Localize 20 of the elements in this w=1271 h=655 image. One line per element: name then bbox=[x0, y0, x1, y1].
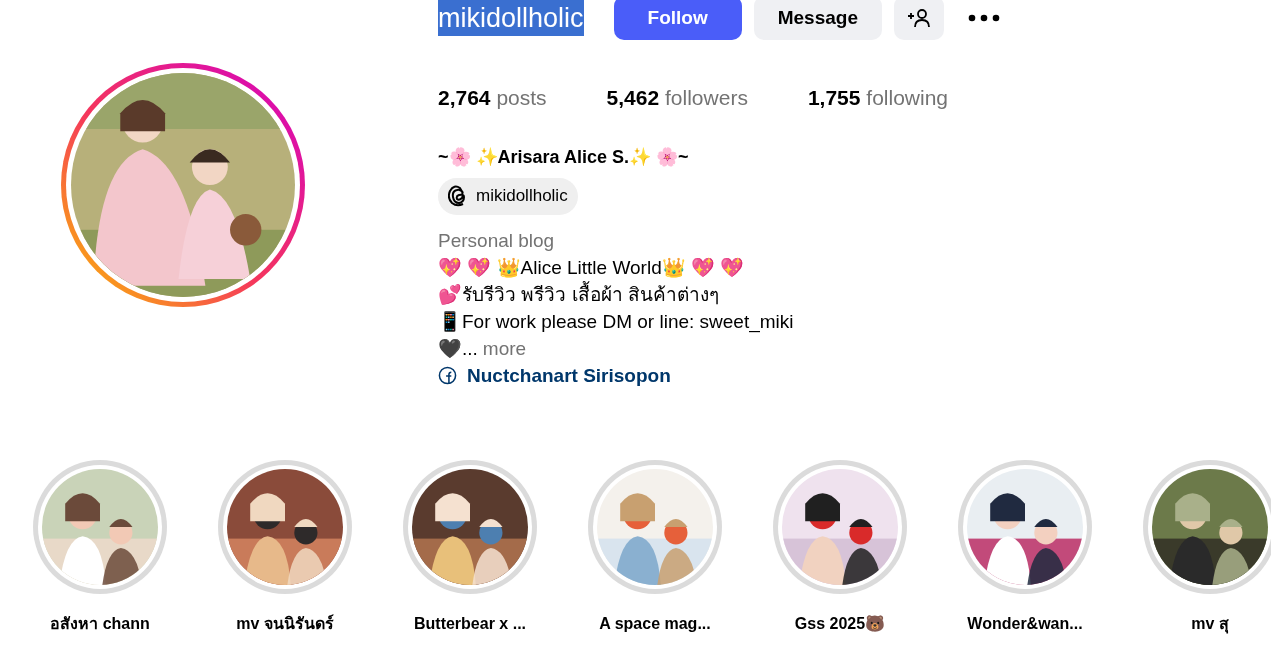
stat-link[interactable]: 2,764 posts bbox=[438, 82, 547, 114]
bio-line: 💖 💖 👑Alice Little World👑 💖 💖 bbox=[438, 255, 746, 280]
add-person-button[interactable] bbox=[894, 0, 944, 40]
stat-link[interactable]: 5,462 followers bbox=[606, 82, 748, 114]
follow-button[interactable]: Follow bbox=[613, 0, 742, 40]
bio-line: 💕รับรีวิว พรีวิว เสื้อผ้า สินค้าต่างๆ bbox=[438, 280, 720, 307]
username: mikidollholic bbox=[438, 0, 584, 36]
facebook-icon bbox=[438, 365, 457, 385]
bio-line: 🖤... bbox=[438, 336, 478, 361]
facebook-link[interactable]: Nuctchanart Sirisopon bbox=[438, 361, 1006, 389]
display-name: ~🌸 ✨Arisara Alice S.✨ 🌸~ bbox=[438, 145, 690, 169]
bio-line: 📱For work please DM or line: sweet_miki bbox=[438, 309, 795, 335]
more-link[interactable]: more bbox=[482, 334, 527, 362]
message-button[interactable]: Message bbox=[753, 0, 882, 40]
add-person-icon bbox=[907, 8, 931, 28]
category-label: Personal blog bbox=[438, 228, 556, 253]
threads-badge[interactable]: mikidollholic bbox=[438, 177, 578, 215]
more-icon bbox=[968, 14, 1000, 22]
threads-icon bbox=[448, 185, 468, 207]
stat-link[interactable]: 1,755 following bbox=[807, 82, 948, 114]
